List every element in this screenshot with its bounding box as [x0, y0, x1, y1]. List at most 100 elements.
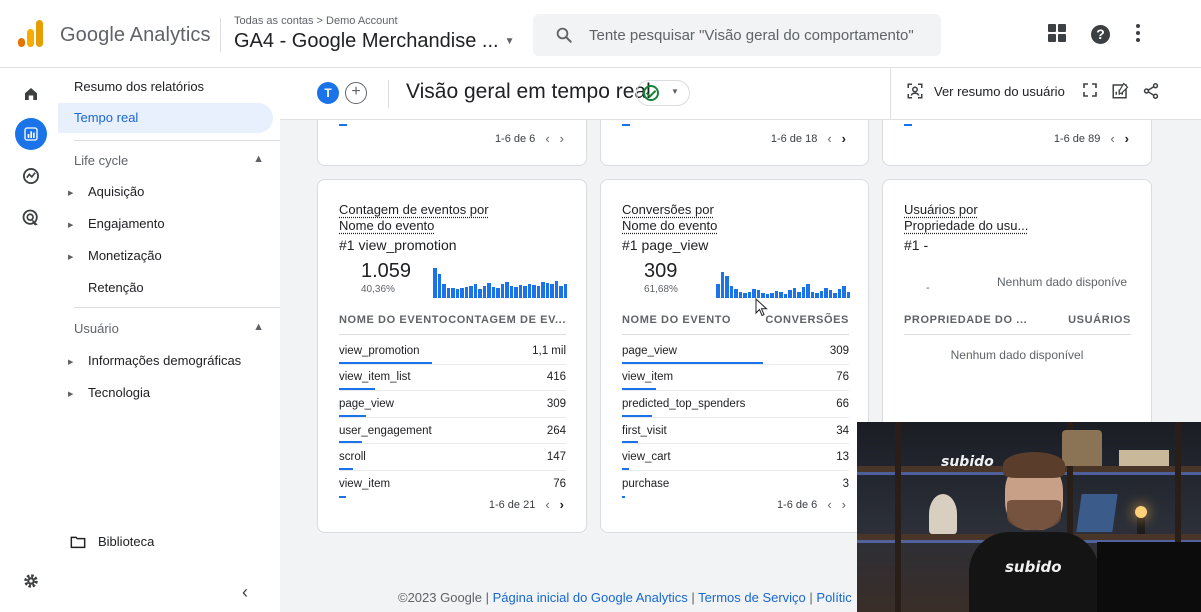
- column-header[interactable]: CONTAGEM DE EV...: [448, 314, 566, 326]
- reports-icon[interactable]: [15, 118, 47, 150]
- view-user-snapshot-button[interactable]: Ver resumo do usuário: [906, 82, 1065, 100]
- account-selector[interactable]: GA4 - Google Merchandise ... ▼: [234, 30, 514, 53]
- chevron-right-icon[interactable]: ›: [560, 497, 564, 512]
- sparkline-bar: [460, 288, 464, 298]
- wall-logo: subido: [941, 454, 994, 470]
- advertising-icon[interactable]: [15, 202, 47, 234]
- settings-gear-icon[interactable]: [22, 572, 40, 595]
- row-label: view_promotion: [339, 344, 420, 357]
- analytics-logo-icon[interactable]: [18, 20, 44, 48]
- status-chip[interactable]: ▼: [636, 80, 690, 106]
- sparkline-bar: [806, 284, 810, 298]
- search-input[interactable]: [589, 22, 934, 48]
- nav-section-user[interactable]: Usuário ▲: [74, 321, 264, 336]
- row-bar: [339, 495, 346, 498]
- nav-item-realtime[interactable]: Tempo real: [58, 103, 273, 133]
- explore-icon[interactable]: [15, 160, 47, 192]
- sparkline-bar: [514, 287, 518, 298]
- nav-item-engagement[interactable]: ▶ Engajamento: [68, 216, 165, 231]
- nav-item-reports-snapshot[interactable]: Resumo dos relatórios: [58, 72, 273, 102]
- expand-triangle-icon: ▶: [68, 253, 74, 261]
- side-nav: Resumo dos relatórios Tempo real Life cy…: [58, 68, 280, 612]
- table-row[interactable]: scroll 147: [339, 444, 566, 471]
- column-header[interactable]: NOME DO EVENTO: [339, 314, 448, 326]
- table-row[interactable]: view_item 76: [622, 365, 849, 392]
- breadcrumb[interactable]: Todas as contas > Demo Account: [234, 15, 398, 27]
- table-row[interactable]: page_view 309: [622, 338, 849, 365]
- sparkline-bar: [451, 288, 455, 298]
- row-label: view_item: [339, 478, 391, 491]
- chevron-right-icon[interactable]: ›: [1125, 131, 1129, 146]
- sparkline-bar: [837, 289, 841, 298]
- sparkline-bar: [783, 294, 787, 298]
- sparkline-bar: [442, 284, 446, 298]
- chevron-right-icon[interactable]: ›: [842, 131, 846, 146]
- footer-link-privacy[interactable]: Polític: [816, 590, 851, 605]
- chevron-left-icon[interactable]: ‹: [1110, 131, 1114, 146]
- percentage: 40,36%: [361, 284, 395, 295]
- nav-item-demographics[interactable]: ▶ Informações demográficas: [68, 353, 241, 368]
- sparkline-bar: [455, 289, 459, 298]
- table-row[interactable]: user_engagement 264: [339, 418, 566, 445]
- table-row[interactable]: purchase 3: [622, 471, 849, 498]
- apps-grid-icon[interactable]: [1048, 24, 1066, 42]
- row-label: view_item_list: [339, 371, 411, 384]
- home-icon[interactable]: [15, 78, 47, 110]
- more-vert-icon[interactable]: [1136, 24, 1140, 42]
- row-label: page_view: [622, 344, 677, 357]
- table-row[interactable]: view_item_list 416: [339, 365, 566, 392]
- row-label: view_cart: [622, 451, 671, 464]
- divider: [74, 307, 280, 308]
- chevron-left-icon[interactable]: ‹: [545, 131, 549, 146]
- sparkline-bar: [532, 285, 536, 298]
- card-title[interactable]: Contagem de eventos por Nome do evento: [339, 202, 489, 234]
- help-icon[interactable]: ?: [1091, 25, 1110, 44]
- table-header: PROPRIEDADE DO ... USUÁRIOS: [904, 314, 1131, 335]
- table-row[interactable]: view_promotion 1,1 mil: [339, 338, 566, 365]
- chevron-left-icon[interactable]: ‹: [827, 497, 831, 512]
- row-value: 3: [842, 478, 849, 491]
- fullscreen-icon[interactable]: [1082, 82, 1098, 103]
- share-icon[interactable]: [1142, 82, 1160, 105]
- table-header: NOME DO EVENTO CONTAGEM DE EV...: [339, 314, 566, 335]
- search-box[interactable]: [533, 14, 941, 56]
- column-header[interactable]: CONVERSÕES: [765, 314, 849, 326]
- chevron-left-icon[interactable]: ‹: [827, 131, 831, 146]
- nav-item-acquisition[interactable]: ▶ Aquisição: [68, 184, 144, 199]
- comparison-avatar[interactable]: T: [317, 82, 339, 104]
- column-header[interactable]: USUÁRIOS: [1068, 314, 1131, 326]
- footer-link-home[interactable]: Página inicial do Google Analytics: [493, 590, 688, 605]
- table-row[interactable]: first_visit 34: [622, 418, 849, 445]
- add-comparison-button[interactable]: +: [345, 82, 367, 104]
- sparkline-bar: [752, 289, 756, 298]
- column-header[interactable]: NOME DO EVENTO: [622, 314, 731, 326]
- sparkline-bar: [437, 274, 441, 298]
- sparkline-bar: [833, 293, 837, 298]
- nav-item-library[interactable]: Biblioteca: [70, 534, 154, 549]
- chevron-right-icon[interactable]: ›: [842, 497, 846, 512]
- app-name[interactable]: Google Analytics: [60, 24, 211, 47]
- nav-item-technology[interactable]: ▶ Tecnologia: [68, 385, 150, 400]
- chevron-left-icon[interactable]: ‹: [545, 497, 549, 512]
- collapse-nav-chevron-icon[interactable]: ‹: [242, 582, 248, 603]
- table-row[interactable]: view_item 76: [339, 471, 566, 498]
- table-row[interactable]: predicted_top_spenders 66: [622, 391, 849, 418]
- card-title[interactable]: Conversões por Nome do evento: [622, 202, 717, 234]
- divider: [890, 68, 891, 120]
- nav-item-monetization[interactable]: ▶ Monetização: [68, 248, 162, 263]
- page-title: Visão geral em tempo real: [406, 80, 651, 103]
- column-header[interactable]: PROPRIEDADE DO ...: [904, 314, 1027, 326]
- nav-item-retention[interactable]: Retenção: [88, 280, 144, 295]
- sparkline: [433, 266, 567, 298]
- card-title[interactable]: Usuários por Propriedade do usu...: [904, 202, 1028, 234]
- table-row[interactable]: view_cart 13: [622, 444, 849, 471]
- row-value: 76: [836, 371, 849, 384]
- sparkline-bar: [743, 293, 747, 298]
- nav-section-lifecycle[interactable]: Life cycle ▲: [74, 153, 264, 168]
- app: Google Analytics Todas as contas > Demo …: [0, 0, 1201, 612]
- sparkline-bar: [496, 288, 500, 298]
- chevron-right-icon[interactable]: ›: [560, 131, 564, 146]
- insights-icon[interactable]: [1111, 82, 1129, 105]
- footer-link-terms[interactable]: Termos de Serviço: [698, 590, 806, 605]
- table-row[interactable]: page_view 309: [339, 391, 566, 418]
